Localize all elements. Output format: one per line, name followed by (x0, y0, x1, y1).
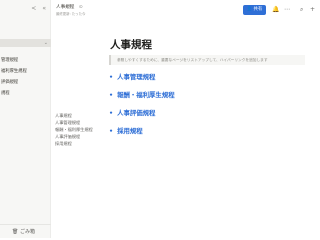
page-link[interactable]: • 人事評価規程 (109, 108, 155, 117)
trash-icon: 🗑 (12, 229, 19, 235)
bullet-icon: • (109, 91, 114, 99)
share-icon[interactable]: < (31, 5, 36, 13)
sidebar-item-management[interactable]: 管理規程 (0, 57, 51, 65)
bullet-icon: • (109, 109, 114, 117)
breadcrumb[interactable]: 人事規程 ⊙ (56, 4, 83, 10)
collapse-icon[interactable]: « (42, 5, 46, 13)
sidebar-item-label: 管理規程 (1, 58, 19, 63)
page-link-label: 人事評価規程 (117, 109, 156, 117)
sidebar-item-label: 評価規程 (1, 80, 19, 85)
sidebar-item-rules[interactable]: 規程 (0, 90, 51, 98)
toc-item[interactable]: 報酬・福利厚生規程 (55, 126, 93, 133)
toc-item[interactable]: 人事規程 (55, 112, 93, 119)
chevron-down-icon[interactable]: ⌄ (44, 39, 48, 47)
page-title: 人事規程 (110, 39, 152, 51)
sidebar-item-evaluation[interactable]: 評価規程 (0, 79, 51, 87)
sidebar-item-active[interactable]: ⌄ (0, 39, 51, 47)
add-icon[interactable]: + (310, 5, 315, 15)
sidebar: < « ⌄ 管理規程 福利厚生規程 評価規程 規程 🗑 ごみ箱 (0, 0, 51, 238)
toc-item[interactable]: 人事評価規程 (55, 133, 93, 140)
sidebar-toolbar: < « (31, 5, 46, 13)
lock-icon: ⊙ (78, 5, 83, 10)
share-label: 共有 (253, 7, 263, 12)
bell-icon[interactable]: 🔔 (272, 5, 279, 15)
table-of-contents: 人事規程 人事管理規程 報酬・福利厚生規程 人事評価規程 採用規程 (55, 112, 93, 147)
page-link[interactable]: • 報酬・福利厚生規程 (109, 90, 175, 99)
toc-item[interactable]: 採用規程 (55, 140, 93, 147)
sidebar-item-label: 規程 (1, 91, 10, 96)
share-button[interactable]: 👤 共有 (243, 5, 266, 15)
sidebar-item[interactable] (0, 101, 51, 109)
page-link[interactable]: • 採用規程 (109, 126, 143, 135)
callout: 参照しやすくするために、重要なページをリストアップして、ハイパーリンクを追加しま… (109, 55, 305, 65)
trash-label: ごみ箱 (20, 229, 36, 235)
search-icon[interactable]: ⌕ (300, 5, 303, 15)
page-link-label: 報酬・福利厚生規程 (117, 91, 175, 99)
doc-title: 人事規程 (56, 5, 75, 10)
trash-button[interactable]: 🗑 ごみ箱 (0, 224, 51, 238)
page-link-label: 採用規程 (117, 127, 143, 135)
share-person-icon: 👤 (246, 7, 253, 12)
page-link[interactable]: • 人事管理規程 (109, 72, 155, 81)
more-icon[interactable]: ⋯ (284, 5, 290, 15)
sidebar-item[interactable] (0, 31, 51, 39)
top-bar: 人事規程 ⊙ 最終更新: たった今 👤 共有 🔔 ⋯ ⌕ + (51, 0, 317, 18)
toc-item[interactable]: 人事管理規程 (55, 119, 93, 126)
last-edited: 最終更新: たった今 (56, 12, 86, 16)
sidebar-item-welfare[interactable]: 福利厚生規程 (0, 68, 51, 76)
bullet-icon: • (109, 73, 114, 81)
page-link-label: 人事管理規程 (117, 73, 156, 81)
sidebar-item-label: 福利厚生規程 (1, 69, 27, 74)
bullet-icon: • (109, 127, 114, 135)
